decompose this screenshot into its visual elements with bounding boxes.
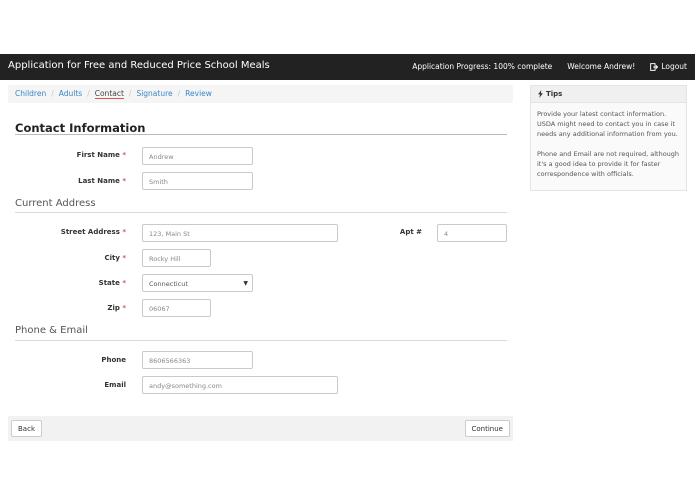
lightning-icon (538, 90, 543, 98)
last-name-input[interactable]: Smith (142, 172, 253, 190)
back-button[interactable]: Back (11, 420, 42, 437)
phone-email-divider (15, 340, 507, 341)
email-input[interactable]: andy@something.com (142, 376, 338, 394)
phone-label: Phone (101, 356, 126, 364)
chevron-down-icon: ▼ (243, 280, 248, 287)
first-name-input[interactable]: Andrew (142, 147, 253, 165)
apt-input[interactable]: 4 (437, 224, 507, 242)
breadcrumb-adults[interactable]: Adults (59, 89, 82, 98)
breadcrumb-separator: / (87, 89, 90, 98)
required-mark: * (122, 304, 126, 312)
apt-label: Apt # (399, 228, 422, 236)
page-title: Contact Information (15, 121, 146, 135)
zip-label-text: Zip (107, 304, 120, 312)
logout-link[interactable]: Logout (650, 62, 687, 71)
last-name-label: Last Name * (16, 177, 126, 185)
required-mark: * (122, 228, 126, 236)
breadcrumb-children[interactable]: Children (15, 89, 46, 98)
required-mark: * (122, 254, 126, 262)
breadcrumb-separator: / (128, 89, 132, 98)
state-select-value: Connecticut (149, 280, 188, 288)
address-divider (15, 212, 507, 213)
required-mark: * (122, 279, 126, 287)
first-name-label: First Name * (16, 151, 126, 159)
breadcrumb-separator: / (51, 89, 54, 98)
state-label: State * (16, 279, 126, 287)
zip-input[interactable]: 06067 (142, 299, 211, 317)
street-address-label: Street Address * (16, 228, 126, 236)
breadcrumb-separator: / (177, 89, 181, 98)
breadcrumb-signature[interactable]: Signature (136, 89, 172, 98)
tips-panel: Tips Provide your latest contact informa… (530, 85, 687, 191)
tips-paragraph: Provide your latest contact information.… (537, 110, 678, 138)
welcome-text[interactable]: Welcome Andrew! (567, 62, 635, 71)
phone-email-heading: Phone & Email (15, 325, 88, 336)
continue-button[interactable]: Continue (464, 420, 510, 437)
logout-icon (650, 62, 659, 71)
current-address-heading: Current Address (15, 198, 96, 209)
application-progress: Application Progress: 100% complete (412, 62, 553, 71)
state-select[interactable]: Connecticut ▼ (142, 274, 253, 292)
city-input[interactable]: Rocky Hill (142, 249, 211, 267)
email-label: Email (104, 381, 126, 389)
city-label: City * (16, 254, 126, 262)
zip-label: Zip * (16, 304, 126, 312)
phone-input[interactable]: 8606566363 (142, 351, 253, 369)
tips-body: Provide your latest contact information.… (531, 103, 686, 185)
app-title: Application for Free and Reduced Price S… (8, 60, 270, 71)
navbar: Application for Free and Reduced Price S… (0, 54, 695, 80)
form-footer: Back Continue (8, 416, 513, 441)
breadcrumb-review[interactable]: Review (185, 89, 212, 98)
tips-paragraph: Phone and Email are not required, althou… (537, 150, 680, 178)
logout-label: Logout (661, 62, 687, 71)
street-address-input[interactable]: 123, Main St (142, 224, 338, 242)
tips-title: Tips (546, 90, 563, 98)
title-divider (15, 134, 507, 135)
last-name-label-text: Last Name (78, 177, 120, 185)
breadcrumb: Children / Adults / Contact / Signature / Review (8, 85, 513, 103)
navbar-right: Application Progress: 100% complete Welc… (412, 62, 687, 71)
first-name-label-text: First Name (76, 151, 120, 159)
street-address-label-text: Street Address (60, 228, 120, 236)
required-mark: * (122, 151, 126, 159)
tips-header: Tips (531, 86, 686, 103)
required-mark: * (122, 177, 126, 185)
breadcrumb-contact[interactable]: Contact (94, 89, 124, 99)
city-label-text: City (104, 254, 120, 262)
state-label-text: State (98, 279, 120, 287)
